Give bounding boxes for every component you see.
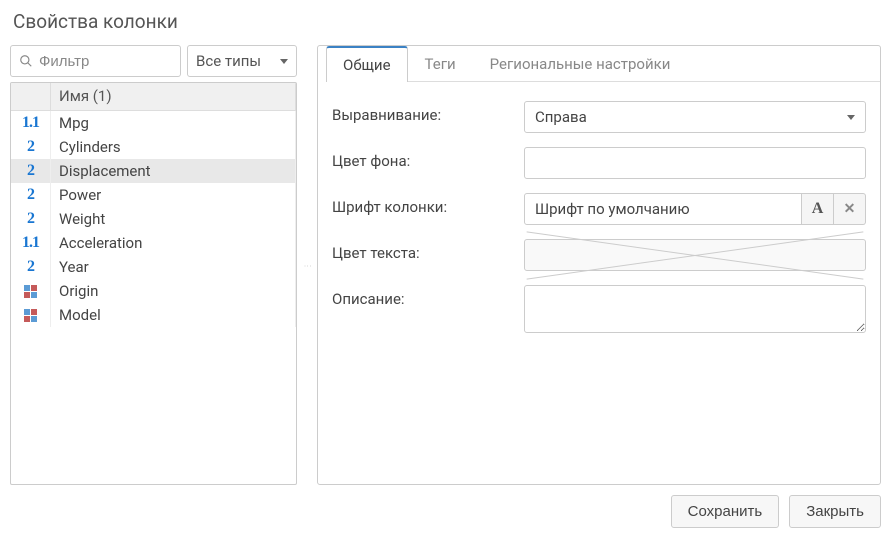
tab-general[interactable]: Общие — [326, 46, 408, 82]
tab-tags[interactable]: Теги — [408, 46, 473, 82]
grid-row[interactable]: 1.1Acceleration — [11, 231, 296, 255]
alignment-select[interactable]: Справа — [524, 101, 866, 133]
font-clear-button[interactable]: ✕ — [834, 193, 866, 225]
type-icon-float: 1.1 — [11, 231, 51, 255]
chevron-down-icon — [847, 115, 855, 120]
filter-input[interactable] — [39, 53, 172, 70]
textcolor-label: Цвет текста: — [332, 239, 524, 262]
grid-cell-name: Cylinders — [51, 135, 296, 159]
font-value: Шрифт по умолчанию — [535, 200, 690, 218]
splitter-handle[interactable]: ⋮ — [305, 45, 309, 485]
grid-header: Имя (1) — [11, 83, 296, 111]
grid-cell-name: Model — [51, 303, 296, 327]
grid-row[interactable]: Model — [11, 303, 296, 327]
grid-row[interactable]: 2Power — [11, 183, 296, 207]
grid-row[interactable]: 2Cylinders — [11, 135, 296, 159]
grid-cell-name: Power — [51, 183, 296, 207]
grid-header-icon-col[interactable] — [11, 83, 51, 110]
dialog-title: Свойства колонки — [10, 10, 881, 33]
right-panel: ОбщиеТегиРегиональные настройки Выравнив… — [317, 45, 881, 485]
grid-cell-name: Acceleration — [51, 231, 296, 255]
grid-row[interactable]: 2Displacement — [11, 159, 296, 183]
type-icon-int: 2 — [11, 159, 51, 183]
bgcolor-input[interactable] — [524, 147, 866, 179]
font-input[interactable]: Шрифт по умолчанию — [524, 193, 802, 225]
grid-cell-name: Mpg — [51, 111, 296, 135]
grid-cell-name: Displacement — [51, 159, 296, 183]
font-picker-button[interactable]: A — [802, 193, 834, 225]
bgcolor-label: Цвет фона: — [332, 147, 524, 170]
type-icon-int: 2 — [11, 207, 51, 231]
description-label: Описание: — [332, 285, 524, 308]
close-button[interactable]: Закрыть — [789, 495, 881, 528]
type-filter-select[interactable]: Все типы — [187, 45, 297, 77]
type-icon-int: 2 — [11, 135, 51, 159]
search-icon — [19, 54, 33, 68]
alignment-value: Справа — [535, 108, 587, 126]
grid-cell-name: Weight — [51, 207, 296, 231]
chevron-down-icon — [280, 59, 288, 64]
grid-cell-name: Year — [51, 255, 296, 279]
tab-regional[interactable]: Региональные настройки — [473, 46, 688, 82]
save-button[interactable]: Сохранить — [671, 495, 780, 528]
filter-input-wrap[interactable] — [10, 45, 181, 77]
grid-row[interactable]: 2Year — [11, 255, 296, 279]
left-panel: Все типы Имя (1) 1.1Mpg2Cylinders2Displa… — [10, 45, 297, 485]
grid-row[interactable]: Origin — [11, 279, 296, 303]
font-label: Шрифт колонки: — [332, 193, 524, 216]
type-icon-int: 2 — [11, 255, 51, 279]
description-textarea[interactable] — [524, 285, 866, 333]
column-grid: Имя (1) 1.1Mpg2Cylinders2Displacement2Po… — [10, 82, 297, 485]
type-icon-int: 2 — [11, 183, 51, 207]
close-icon: ✕ — [844, 201, 856, 217]
type-icon-cat — [11, 279, 51, 303]
font-icon: A — [812, 200, 824, 218]
tab-content-general: Выравнивание: Справа Цвет фона: Шрифт ко… — [318, 83, 880, 369]
splitter-dots-icon: ⋮ — [305, 262, 309, 269]
textcolor-input[interactable] — [524, 239, 866, 271]
type-filter-label: Все типы — [196, 52, 261, 70]
grid-header-name-col[interactable]: Имя (1) — [51, 83, 296, 110]
alignment-label: Выравнивание: — [332, 101, 524, 124]
type-icon-cat — [11, 303, 51, 327]
grid-cell-name: Origin — [51, 279, 296, 303]
grid-row[interactable]: 2Weight — [11, 207, 296, 231]
grid-row[interactable]: 1.1Mpg — [11, 111, 296, 135]
type-icon-float: 1.1 — [11, 111, 51, 135]
